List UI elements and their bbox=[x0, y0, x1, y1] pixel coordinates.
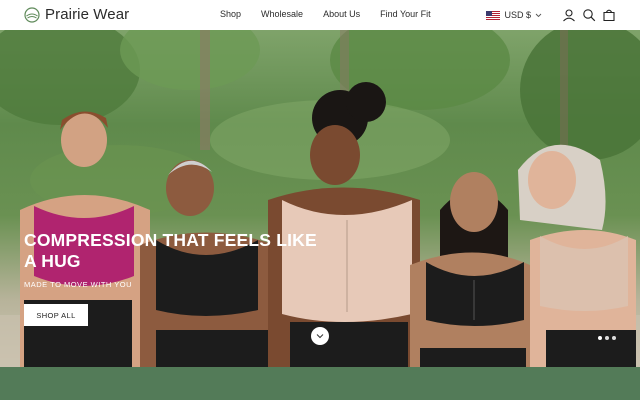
hero-subheadline: MADE TO MOVE WITH YOU bbox=[24, 280, 133, 289]
hero-headline: COMPRESSION THAT FEELS LIKE A HUG bbox=[24, 230, 317, 271]
logo-mark-icon bbox=[24, 6, 40, 23]
scroll-down-button[interactable] bbox=[311, 327, 329, 345]
brand-logo[interactable]: Prairie Wear bbox=[24, 6, 129, 23]
nav-item-about-us[interactable]: About Us bbox=[323, 9, 360, 19]
hero-banner: COMPRESSION THAT FEELS LIKE A HUG MADE T… bbox=[0, 30, 640, 367]
slide-dot-3[interactable] bbox=[612, 336, 616, 340]
hero-photo bbox=[0, 30, 640, 367]
chevron-down-icon bbox=[316, 334, 324, 339]
chevron-down-icon bbox=[535, 13, 542, 17]
green-section-band bbox=[0, 367, 640, 400]
currency-label: USD $ bbox=[504, 10, 531, 20]
slide-dot-1[interactable] bbox=[598, 336, 602, 340]
slide-indicator bbox=[598, 336, 616, 340]
shop-all-button[interactable]: SHOP ALL bbox=[24, 304, 88, 326]
site-header: Prairie Wear Shop Wholesale About Us Fin… bbox=[0, 0, 640, 30]
us-flag-icon bbox=[486, 10, 501, 20]
cart-icon[interactable] bbox=[602, 8, 616, 22]
nav-item-shop[interactable]: Shop bbox=[220, 9, 241, 19]
search-icon[interactable] bbox=[582, 8, 596, 22]
nav-item-wholesale[interactable]: Wholesale bbox=[261, 9, 303, 19]
header-tools: USD $ bbox=[486, 8, 616, 22]
currency-selector[interactable]: USD $ bbox=[486, 10, 542, 20]
slide-dot-2[interactable] bbox=[605, 336, 609, 340]
nav-item-find-your-fit[interactable]: Find Your Fit bbox=[380, 9, 431, 19]
main-nav: Shop Wholesale About Us Find Your Fit bbox=[220, 9, 431, 19]
account-icon[interactable] bbox=[562, 8, 576, 22]
brand-name: Prairie Wear bbox=[45, 6, 130, 23]
